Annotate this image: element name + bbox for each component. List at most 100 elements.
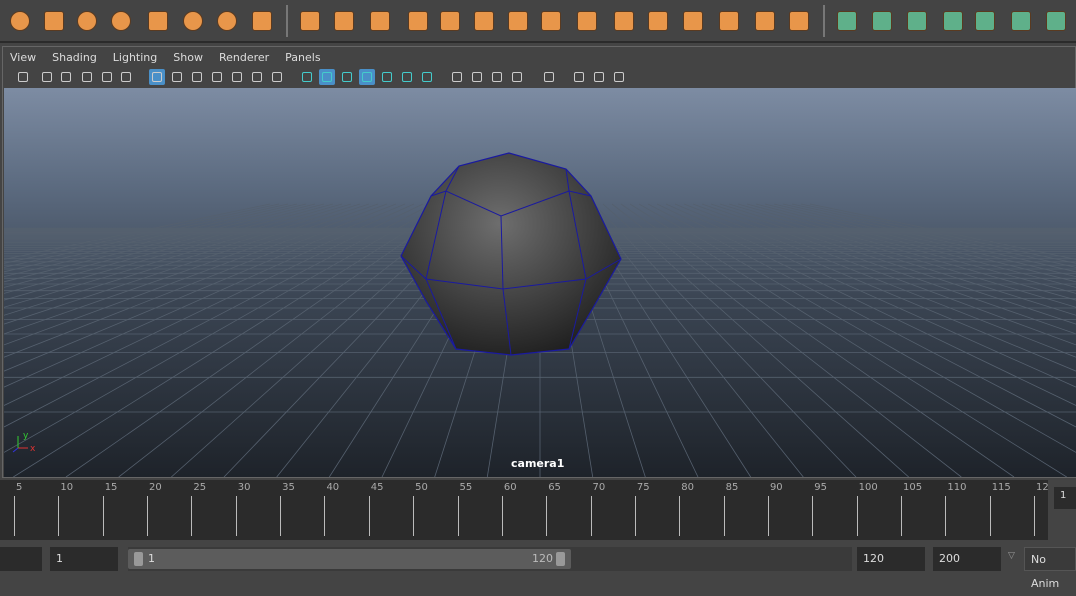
menu-renderer[interactable]: Renderer	[211, 49, 277, 67]
shadows-icon[interactable]	[419, 69, 435, 85]
torus-icon[interactable]	[180, 8, 206, 34]
chevron-down-icon[interactable]: ▽	[1008, 551, 1015, 561]
xray-joints-icon[interactable]	[591, 69, 607, 85]
extrude-icon[interactable]	[538, 8, 564, 34]
smooth-shade-icon[interactable]	[319, 69, 335, 85]
frame-tick	[546, 496, 548, 536]
frame-label: 105	[903, 482, 923, 493]
menu-view[interactable]: View	[3, 49, 44, 67]
frame-tick	[767, 496, 769, 536]
motion-blur-icon[interactable]	[469, 69, 485, 85]
frame-label: 30	[237, 482, 251, 493]
grid-line	[4, 203, 370, 325]
spherical-map-icon[interactable]	[940, 8, 966, 34]
camera-attributes-icon[interactable]	[39, 69, 55, 85]
screen-space-ao-icon[interactable]	[449, 69, 465, 85]
anti-aliasing-icon[interactable]	[489, 69, 505, 85]
3d-viewport[interactable]: x y camera1	[4, 88, 1076, 477]
grease-pencil-icon[interactable]	[118, 69, 134, 85]
camera-icon[interactable]	[15, 69, 31, 85]
subdivide-icon[interactable]	[471, 8, 497, 34]
menu-lighting[interactable]: Lighting	[105, 49, 165, 67]
sphere-icon[interactable]	[7, 8, 33, 34]
resolution-gate-icon[interactable]	[189, 69, 205, 85]
frame-label: 35	[282, 482, 295, 493]
menu-panels[interactable]: Panels	[277, 49, 328, 67]
uv-planar-icon[interactable]	[645, 8, 671, 34]
bevel-cube-icon[interactable]	[611, 8, 637, 34]
field-chart-icon[interactable]	[229, 69, 245, 85]
playback-start-field[interactable]: 1	[50, 547, 118, 571]
range-end-handle[interactable]	[556, 552, 565, 566]
wireframe-icon[interactable]	[299, 69, 315, 85]
planar-map-icon[interactable]	[869, 8, 895, 34]
panel-menu-bar: View Shading Lighting Show Renderer Pane…	[3, 49, 329, 67]
cube-icon[interactable]	[41, 8, 67, 34]
separate-icon[interactable]	[331, 8, 357, 34]
grid-line	[65, 203, 460, 477]
isolate-select-icon[interactable]	[541, 69, 557, 85]
uv-editor-window-icon[interactable]	[1043, 8, 1069, 34]
frame-tick	[147, 496, 149, 536]
playback-end-field[interactable]: 120	[857, 547, 925, 571]
cylinder-icon[interactable]	[74, 8, 100, 34]
image-plane-icon[interactable]	[79, 69, 95, 85]
range-slider[interactable]: 1 120	[128, 547, 852, 571]
safe-action-icon[interactable]	[249, 69, 265, 85]
frame-label: 85	[725, 482, 739, 493]
mirror-icon[interactable]	[834, 8, 860, 34]
smooth-icon[interactable]	[405, 8, 431, 34]
grid-icon[interactable]	[149, 69, 165, 85]
frame-label: 12	[1036, 482, 1049, 493]
cylindrical-map-icon[interactable]	[904, 8, 930, 34]
polygon-sphere	[400, 152, 622, 356]
depth-of-field-icon[interactable]	[509, 69, 525, 85]
menu-show[interactable]: Show	[165, 49, 211, 67]
uv-cylindrical-icon[interactable]	[680, 8, 706, 34]
menu-shading[interactable]: Shading	[44, 49, 105, 67]
pipe-icon[interactable]	[249, 8, 275, 34]
extract-icon[interactable]	[367, 8, 393, 34]
bridge-icon[interactable]	[574, 8, 600, 34]
frame-label: 80	[681, 482, 694, 493]
frame-label: 95	[814, 482, 828, 493]
uv-automatic-icon[interactable]	[716, 8, 742, 34]
contour-stretch-icon[interactable]	[1008, 8, 1034, 34]
range-bar[interactable]: 1 120	[128, 549, 571, 569]
time-slider[interactable]: 5 10 15 20 25 30 35 40 45 50 55 60 65 70 75 80 85 90 95 100…	[0, 480, 1049, 540]
frame-tick	[235, 496, 237, 536]
bevel-icon[interactable]	[437, 8, 463, 34]
2d-pan-icon[interactable]	[99, 69, 115, 85]
film-gate-icon[interactable]	[169, 69, 185, 85]
multi-cut-icon[interactable]	[505, 8, 531, 34]
start-time-field[interactable]	[0, 547, 42, 571]
frame-label: 65	[548, 482, 561, 493]
textured-icon[interactable]	[379, 69, 395, 85]
animation-end-field[interactable]: 200	[933, 547, 1001, 571]
shelf-toolbar	[0, 0, 1076, 43]
merge-icon[interactable]	[786, 8, 812, 34]
gate-mask-icon[interactable]	[209, 69, 225, 85]
grid-line	[629, 203, 1067, 477]
current-frame-field[interactable]: 1	[1054, 487, 1076, 509]
wireframe-on-shaded-icon[interactable]	[359, 69, 375, 85]
cone-icon[interactable]	[108, 8, 134, 34]
safe-title-icon[interactable]	[269, 69, 285, 85]
grid-line	[4, 203, 307, 277]
frame-label: 40	[326, 482, 340, 493]
bookmark-icon[interactable]	[58, 69, 74, 85]
use-all-lights-icon[interactable]	[399, 69, 415, 85]
xray-active-icon[interactable]	[611, 69, 627, 85]
default-material-icon[interactable]	[339, 69, 355, 85]
range-start-handle[interactable]	[134, 552, 143, 566]
automatic-map-icon[interactable]	[972, 8, 998, 34]
uv-editor-icon[interactable]	[752, 8, 778, 34]
xray-icon[interactable]	[571, 69, 587, 85]
combine-icon[interactable]	[297, 8, 323, 34]
grid-line	[602, 203, 909, 477]
pyramid-icon[interactable]	[214, 8, 240, 34]
plane-icon[interactable]	[145, 8, 171, 34]
anim-layer-dropdown[interactable]: No Anim	[1024, 547, 1076, 590]
frame-tick	[14, 496, 15, 536]
axis-x-label: x	[30, 444, 36, 454]
